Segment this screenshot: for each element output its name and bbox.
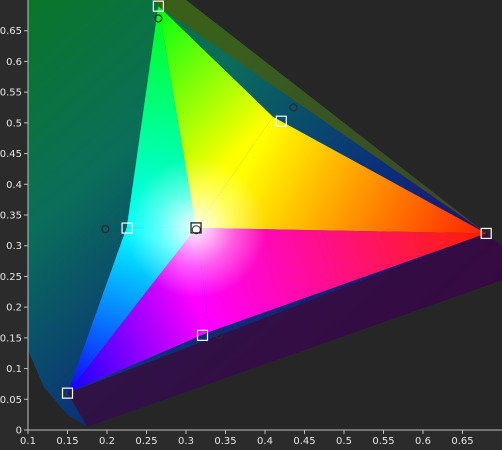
y-tick-label: 0.35 bbox=[0, 211, 22, 222]
x-axis-ticks: 0.1 0.15 0.2 0.25 0.3 0.35 0.4 0.45 0.5 0.55 0.6 0.… bbox=[20, 430, 474, 447]
x-tick-label: 0.1 bbox=[20, 436, 36, 447]
x-tick-label: 0.15 bbox=[56, 436, 78, 447]
y-tick-label: 0.1 bbox=[6, 364, 22, 375]
x-tick-label: 0.6 bbox=[415, 436, 431, 447]
y-tick-label: 0.5 bbox=[6, 118, 22, 129]
y-tick-label: 0.05 bbox=[0, 395, 22, 406]
y-tick-label: 0.25 bbox=[0, 272, 22, 283]
y-tick-label: 0 bbox=[16, 426, 22, 437]
y-tick-label: 0.2 bbox=[6, 303, 22, 314]
y-axis-ticks: 0 0.05 0.1 0.15 0.2 0.25 0.3 0.35 0.4 0.45 0.5 0.55… bbox=[0, 26, 28, 437]
y-tick-label: 0.15 bbox=[0, 333, 22, 344]
x-tick-label: 0.5 bbox=[336, 436, 352, 447]
x-tick-label: 0.35 bbox=[214, 436, 236, 447]
x-tick-label: 0.45 bbox=[293, 436, 315, 447]
gamut-chart: 0.1 0.15 0.2 0.25 0.3 0.35 0.4 0.45 0.5 0.55 0.6 0.… bbox=[0, 0, 502, 450]
x-tick-label: 0.65 bbox=[451, 436, 473, 447]
y-tick-label: 0.45 bbox=[0, 149, 22, 160]
x-tick-label: 0.55 bbox=[372, 436, 394, 447]
x-tick-label: 0.3 bbox=[178, 436, 194, 447]
x-tick-label: 0.25 bbox=[135, 436, 157, 447]
y-tick-label: 0.3 bbox=[6, 241, 22, 252]
y-tick-label: 0.4 bbox=[6, 180, 22, 191]
y-tick-label: 0.6 bbox=[6, 57, 22, 68]
y-tick-label: 0.65 bbox=[0, 26, 22, 37]
x-tick-label: 0.4 bbox=[257, 436, 273, 447]
x-tick-label: 0.2 bbox=[99, 436, 115, 447]
chromaticity-diagram: 0.1 0.15 0.2 0.25 0.3 0.35 0.4 0.45 0.5 0.55 0.6 0.… bbox=[0, 0, 502, 447]
y-tick-label: 0.55 bbox=[0, 88, 22, 99]
